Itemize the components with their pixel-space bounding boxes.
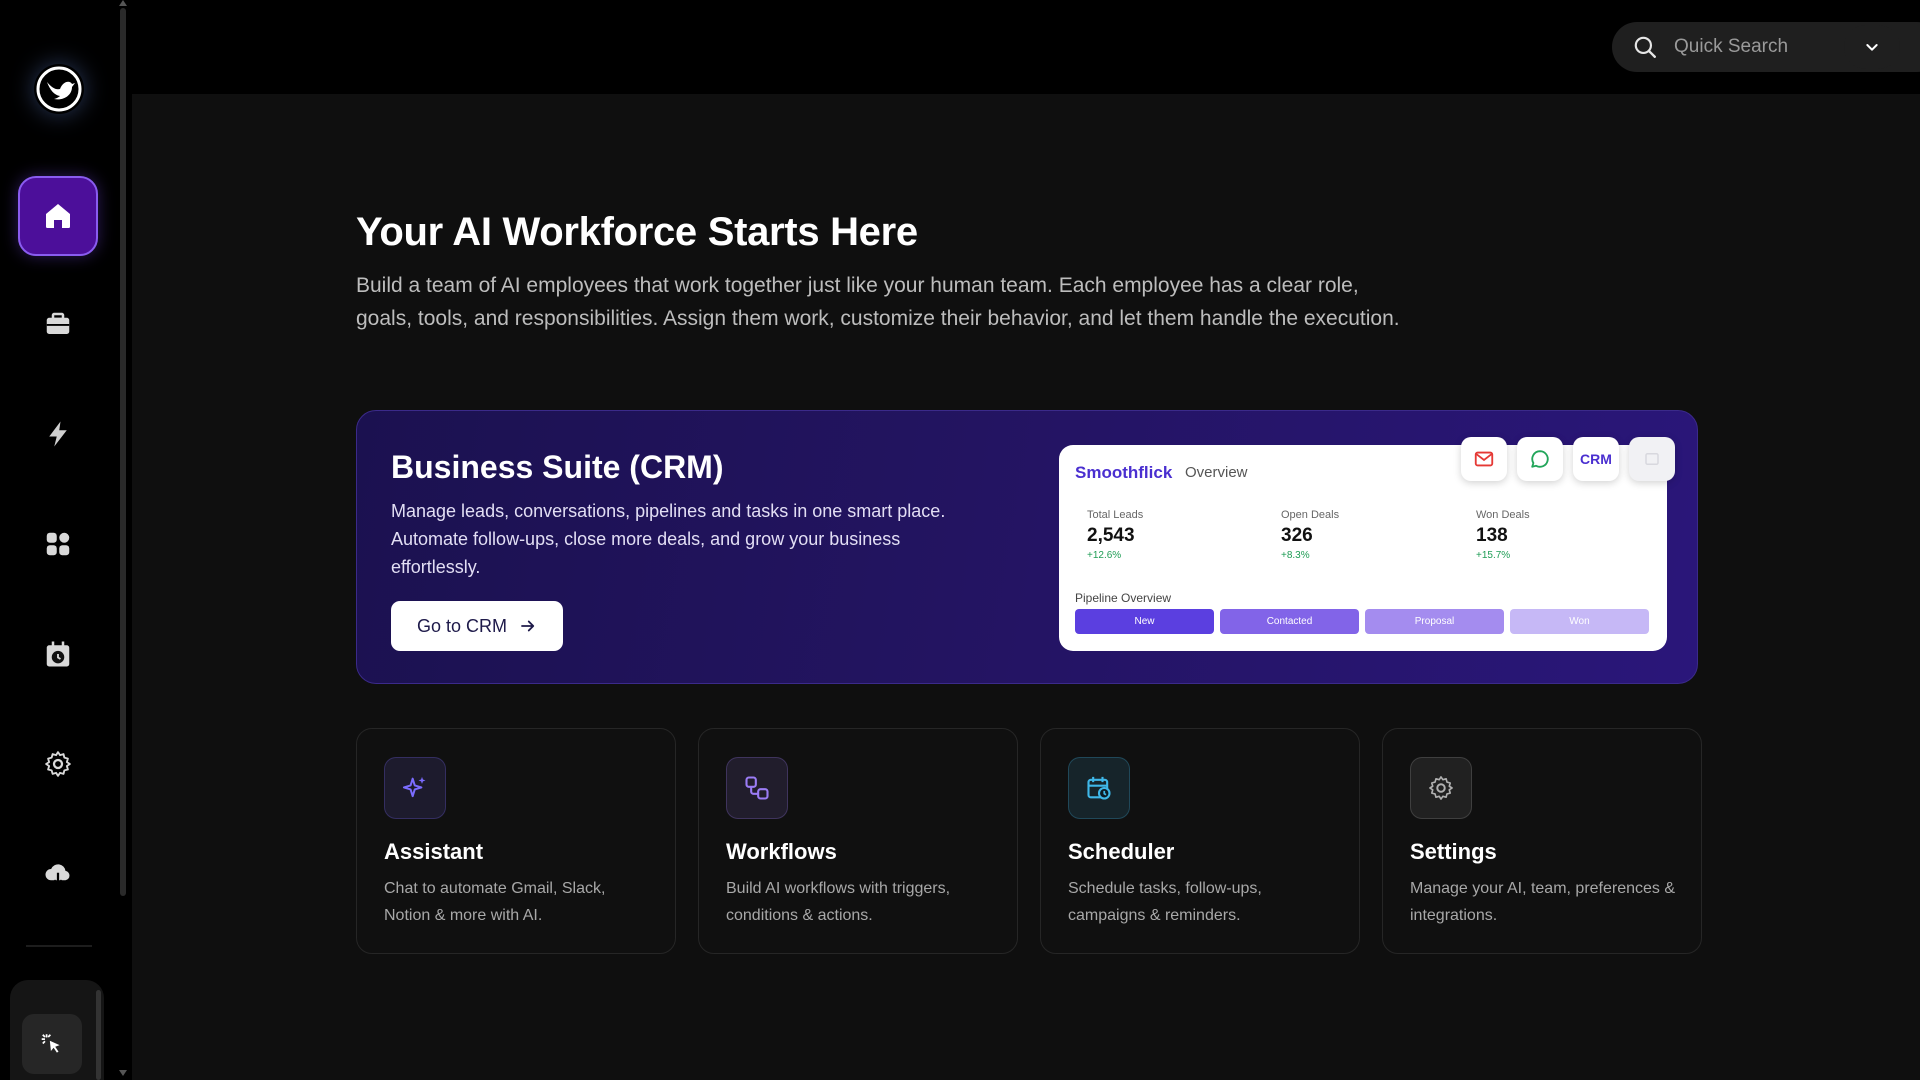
sparkle-icon: [402, 776, 426, 798]
cursor-click-icon: [41, 1034, 60, 1053]
apps-grid-icon: [46, 532, 70, 556]
stat-delta: +15.7%: [1476, 550, 1511, 561]
stat-label: Total Leads: [1087, 509, 1144, 521]
sidebar-bottom-scrollbar[interactable]: [96, 990, 101, 1080]
card-workflows[interactable]: Workflows Build AI workflows with trigge…: [698, 728, 1018, 954]
preview-extra-tile: [1629, 437, 1675, 481]
page-title: Your AI Workforce Starts Here: [356, 210, 918, 254]
mail-icon: [1474, 451, 1494, 467]
calendar-clock-icon: [46, 641, 70, 667]
preview-mail-tile: [1461, 437, 1507, 481]
card-assistant[interactable]: Assistant Chat to automate Gmail, Slack,…: [356, 728, 676, 954]
crm-title: Business Suite (CRM): [391, 449, 724, 485]
pipeline-stage: Proposal: [1365, 609, 1504, 634]
search-icon: [1634, 36, 1656, 58]
crm-banner: Business Suite (CRM) Manage leads, conve…: [356, 410, 1698, 684]
stat-delta: +8.3%: [1281, 550, 1310, 561]
card-icon-tile: [1410, 757, 1472, 819]
sidebar-item-apps[interactable]: [18, 504, 98, 584]
app-root: Your AI Workforce Starts Here Build a te…: [0, 0, 1920, 1080]
chevron-down-icon: [1866, 44, 1878, 51]
stat-value: 326: [1281, 525, 1313, 546]
stat-delta: +12.6%: [1087, 550, 1122, 561]
workflow-icon: [745, 776, 769, 800]
card-description: Build AI workflows with triggers, condit…: [726, 880, 951, 924]
card-settings[interactable]: Settings Manage your AI, team, preferenc…: [1382, 728, 1702, 954]
stat-label: Won Deals: [1476, 509, 1530, 521]
gear-icon: [45, 751, 71, 777]
sidebar-item-settings[interactable]: [18, 724, 98, 804]
stat-value: 2,543: [1087, 525, 1135, 546]
go-to-crm-button[interactable]: Go to CRM: [391, 601, 563, 651]
card-title: Settings: [1410, 839, 1497, 864]
bird-logo-icon: [36, 66, 82, 112]
sidebar-item-automations[interactable]: [18, 394, 98, 474]
stat-total-leads: Total Leads 2,543 +12.6%: [1087, 509, 1143, 561]
crm-description: Manage leads, conversations, pipelines a…: [391, 501, 946, 577]
preview-chat-tile: [1517, 437, 1563, 481]
sidebar-item-scheduler[interactable]: [18, 614, 98, 694]
preview-tab-overview: Overview: [1185, 464, 1248, 481]
cursor-action-button[interactable]: [22, 1014, 82, 1074]
card-scheduler[interactable]: Scheduler Schedule tasks, follow-ups, ca…: [1040, 728, 1360, 954]
stat-value: 138: [1476, 525, 1508, 546]
preview-integrations: CRM: [1461, 437, 1675, 481]
feature-cards: Assistant Chat to automate Gmail, Slack,…: [356, 728, 1702, 954]
card-description: Chat to automate Gmail, Slack, Notion & …: [384, 880, 606, 924]
chat-bubble-icon: [1531, 450, 1549, 468]
card-title: Workflows: [726, 839, 837, 864]
card-icon-tile: [384, 757, 446, 819]
preview-brand: Smoothflick: [1075, 463, 1173, 482]
sidebar-item-jobs[interactable]: [18, 284, 98, 364]
gear-icon: [1429, 776, 1453, 800]
pipeline-stage: Won: [1510, 609, 1649, 634]
briefcase-icon: [46, 312, 70, 334]
sidebar-divider: [26, 945, 92, 947]
calendar-clock-icon: [1087, 776, 1111, 800]
sidebar: [0, 0, 132, 1080]
pipeline-stage: New: [1075, 609, 1214, 634]
go-to-crm-label: Go to CRM: [416, 615, 508, 636]
scroll-up-arrow-icon[interactable]: [119, 0, 127, 6]
logo[interactable]: [34, 64, 84, 114]
stat-label: Open Deals: [1281, 509, 1340, 521]
preview-stats: Total Leads 2,543 +12.6% Open Deals 326 …: [1087, 509, 1647, 569]
home-icon: [46, 204, 70, 228]
pipeline-label: Pipeline Overview: [1075, 591, 1172, 605]
account-dropdown-button[interactable]: [1844, 25, 1900, 69]
card-icon-tile: [1068, 757, 1130, 819]
card-title: Assistant: [384, 839, 484, 864]
card-icon-tile: [726, 757, 788, 819]
stat-open-deals: Open Deals 326 +8.3%: [1281, 509, 1339, 561]
cloud-download-icon: [45, 864, 70, 886]
main-content: Your AI Workforce Starts Here Build a te…: [356, 210, 1702, 954]
page-description: Build a team of AI employees that work t…: [356, 274, 1400, 330]
sidebar-item-downloads[interactable]: [18, 834, 98, 914]
sidebar-item-home[interactable]: [18, 176, 98, 256]
sidebar-scrollbar[interactable]: [120, 8, 126, 896]
pipeline-stage: Contacted: [1220, 609, 1359, 634]
preview-crm-tile: CRM: [1573, 437, 1619, 481]
pipeline-stages: New Contacted Proposal Won: [1075, 609, 1649, 634]
card-description: Manage your AI, team, preferences & inte…: [1410, 880, 1676, 924]
scroll-down-arrow-icon[interactable]: [119, 1070, 127, 1076]
top-bar: [132, 0, 1920, 94]
arrow-right-icon: [521, 620, 535, 632]
card-title: Scheduler: [1068, 839, 1175, 864]
stat-won-deals: Won Deals 138 +15.7%: [1476, 509, 1530, 561]
lightning-icon: [49, 421, 67, 447]
crm-preview-card: Smoothflick Overview CRM Total Leads 2,5…: [1059, 437, 1675, 651]
tile-placeholder-icon: [1645, 453, 1659, 465]
card-description: Schedule tasks, follow-ups, campaigns & …: [1068, 880, 1262, 924]
